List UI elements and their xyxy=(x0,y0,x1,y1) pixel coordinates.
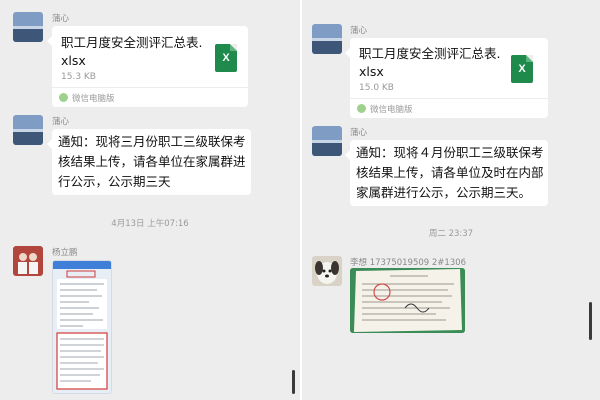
dog-avatar-icon xyxy=(312,256,342,286)
sky-landscape-avatar-icon xyxy=(13,12,43,42)
file-message-bubble[interactable]: 职工月度安全测评汇总表. xlsx 15.0 KB X 微信电脑版 xyxy=(345,38,548,118)
scrollbar[interactable] xyxy=(292,370,295,394)
avatar-puxin[interactable] xyxy=(312,24,342,54)
paper-certificate-photo-icon xyxy=(350,268,465,333)
file-name-line1: 职工月度安全测评汇总表. xyxy=(61,35,203,50)
file-name-line1: 职工月度安全测评汇总表. xyxy=(359,46,501,61)
document-screenshot-icon xyxy=(53,261,111,390)
avatar-lixiang[interactable] xyxy=(312,256,342,286)
file-size: 15.0 KB xyxy=(359,83,394,93)
chat-panel-left[interactable]: 蒲心 职工月度安全测评汇总表. xlsx 15.3 KB X 微信电脑版 蒲心 … xyxy=(0,0,300,400)
group-photo-avatar-icon xyxy=(13,246,43,276)
wechat-icon xyxy=(357,104,366,113)
avatar-puxin[interactable] xyxy=(312,126,342,156)
sender-name: 蒲心 xyxy=(52,14,70,24)
file-name-line2: xlsx xyxy=(359,64,384,79)
file-source-label: 微信电脑版 xyxy=(72,94,115,104)
sender-name: 杨立鹏 xyxy=(52,248,78,258)
excel-file-icon: X xyxy=(215,44,237,72)
file-source-footer: 微信电脑版 xyxy=(350,98,548,118)
sender-name: 蒲心 xyxy=(52,117,70,127)
message-line: 核结果上传，请各单位及时在内部 xyxy=(356,165,544,180)
message-line: 通知：现将４月份职工三级联保考 xyxy=(356,145,544,160)
file-size: 15.3 KB xyxy=(61,72,96,82)
timestamp: 周二 23:37 xyxy=(428,229,474,239)
message-line: 行公示，公示期三天 xyxy=(58,174,171,189)
chat-panel-right[interactable]: 蒲心 职工月度安全测评汇总表. xlsx 15.0 KB X 微信电脑版 蒲心 … xyxy=(302,0,600,400)
file-source-footer: 微信电脑版 xyxy=(52,87,248,107)
message-line: 核结果上传，请各单位在家属群进 xyxy=(58,154,246,169)
timestamp: 4月13日 上午07:16 xyxy=(111,219,189,229)
message-line: 家属群进行公示，公示期三天。 xyxy=(356,185,532,200)
sky-landscape-avatar-icon xyxy=(13,115,43,145)
scrollbar[interactable] xyxy=(589,302,592,340)
wechat-icon xyxy=(59,93,68,102)
message-line: 通知：现将三月份职工三级联保考 xyxy=(58,134,246,149)
file-message-bubble[interactable]: 职工月度安全测评汇总表. xlsx 15.3 KB X 微信电脑版 xyxy=(47,26,248,107)
sky-landscape-avatar-icon xyxy=(312,126,342,156)
sky-landscape-avatar-icon xyxy=(312,24,342,54)
avatar-puxin[interactable] xyxy=(13,12,43,42)
sender-name: 蒲心 xyxy=(350,128,368,138)
excel-file-icon: X xyxy=(511,55,533,83)
sender-name: 蒲心 xyxy=(350,26,368,36)
sender-name: 李想 17375019509 2#1306 xyxy=(350,258,467,268)
text-message-bubble[interactable]: 通知：现将三月份职工三级联保考 核结果上传，请各单位在家属群进 行公示，公示期三… xyxy=(47,129,251,195)
avatar-yang[interactable] xyxy=(13,246,43,276)
image-message-document-photo[interactable] xyxy=(350,268,465,333)
file-name-line2: xlsx xyxy=(61,53,86,68)
image-message-phone-screenshot[interactable] xyxy=(52,260,112,394)
avatar-puxin[interactable] xyxy=(13,115,43,145)
text-message-bubble[interactable]: 通知：现将４月份职工三级联保考 核结果上传，请各单位及时在内部 家属群进行公示，… xyxy=(345,140,548,206)
file-source-label: 微信电脑版 xyxy=(370,105,413,115)
